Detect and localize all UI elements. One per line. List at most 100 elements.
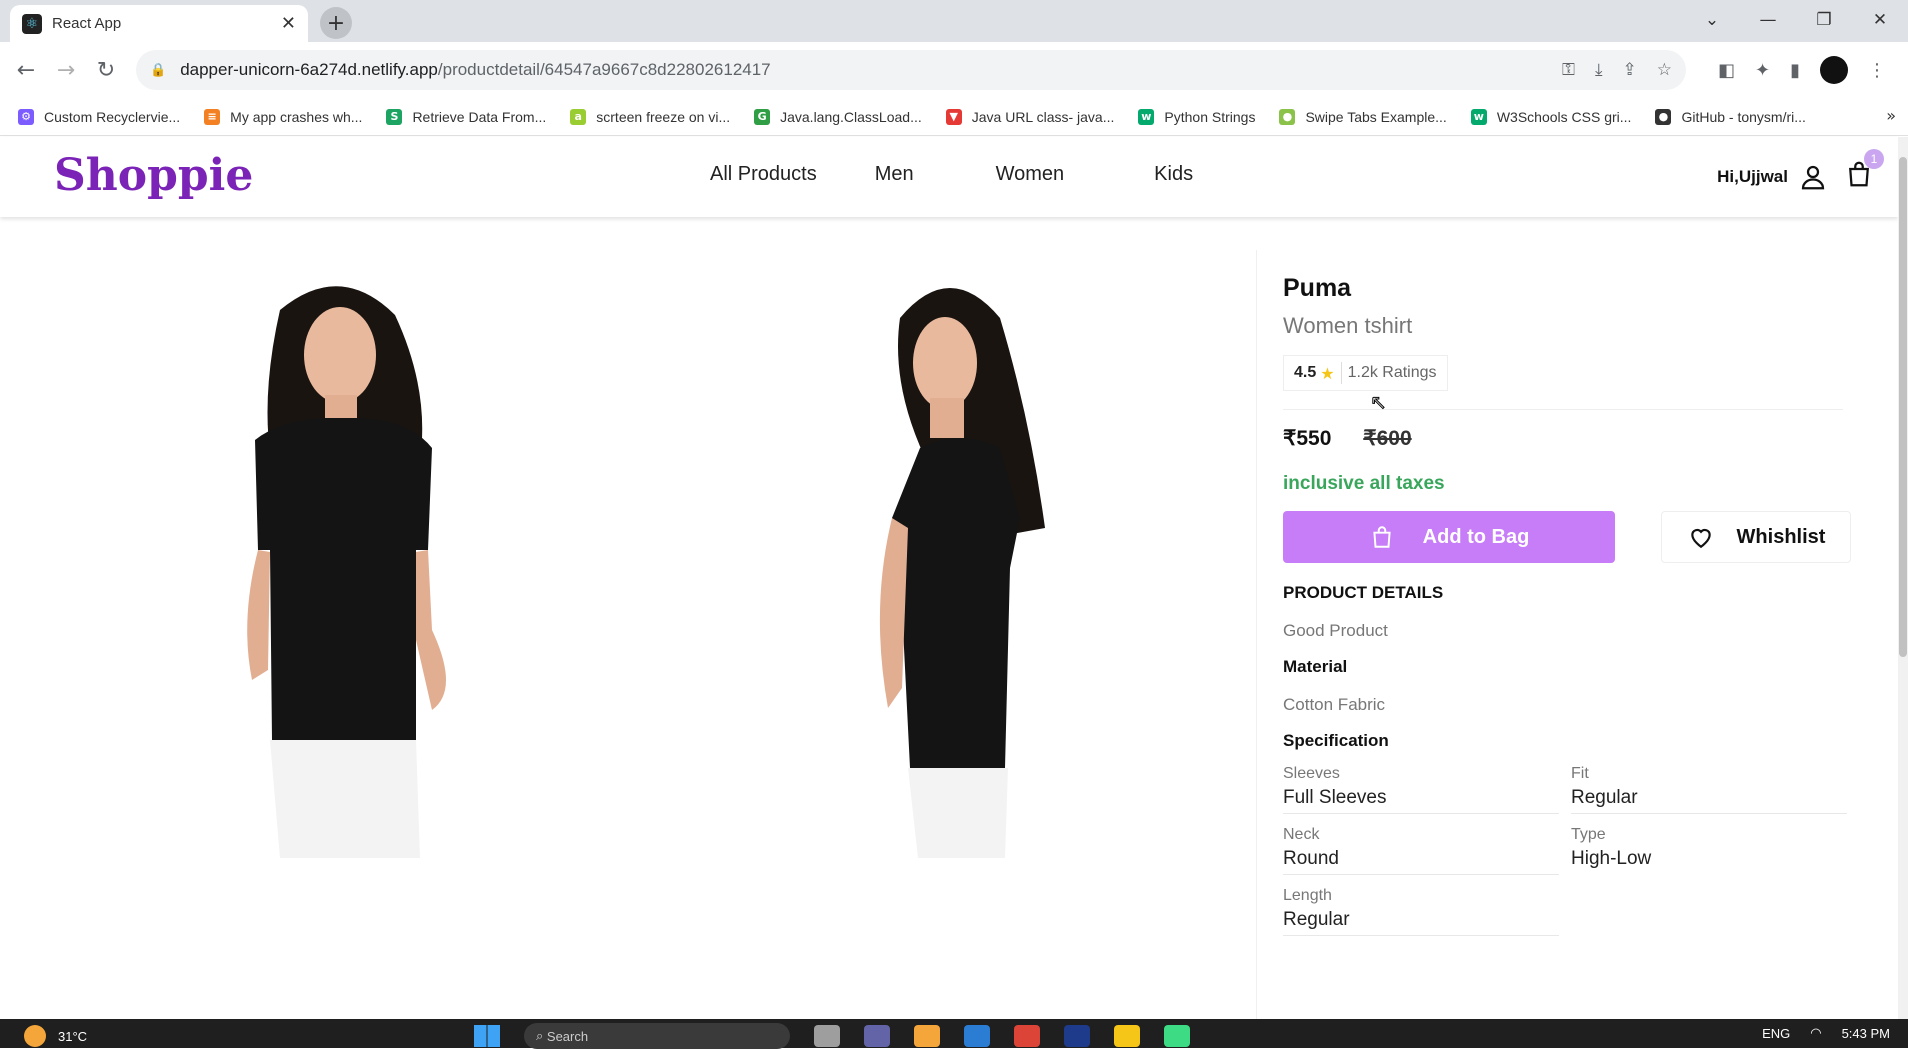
add-to-bag-label: Add to Bag <box>1422 525 1530 548</box>
bookmark-favicon-icon: w <box>1138 108 1155 125</box>
bookmark-label: GitHub - tonysm/ri... <box>1681 108 1806 125</box>
bookmark-label: My app crashes wh... <box>230 108 363 125</box>
bookmark-item[interactable]: ● Swipe Tabs Example... <box>1279 108 1447 125</box>
mouse-cursor-icon: ↖ <box>1370 390 1388 415</box>
product-details-heading: PRODUCT DETAILS <box>1283 583 1444 602</box>
spec-label: Neck <box>1283 826 1320 843</box>
tab-search-icon[interactable]: ⌄ <box>1684 0 1740 40</box>
action-buttons: Add to Bag Whishlist <box>1283 511 1876 563</box>
bag-icon <box>1373 526 1391 548</box>
product-image-side[interactable] <box>830 268 1080 858</box>
cart-button[interactable]: 1 <box>1844 149 1884 194</box>
spec-label: Length <box>1283 887 1332 904</box>
bookmark-label: Retrieve Data From... <box>412 108 547 125</box>
teams-icon[interactable] <box>864 1025 890 1047</box>
spec-label: Sleeves <box>1283 765 1340 782</box>
install-icon[interactable]: ⤓ <box>1595 60 1603 80</box>
bookmark-label: W3Schools CSS gri... <box>1496 108 1632 125</box>
app-icon[interactable] <box>814 1025 840 1047</box>
forward-icon[interactable]: → <box>46 50 86 90</box>
side-panel-icon[interactable]: ▮ <box>1790 60 1800 81</box>
user-area: Hi,Ujjwal 1 <box>1717 149 1898 194</box>
browser-tab[interactable]: ⚛ React App ✕ <box>10 5 308 42</box>
reload-icon[interactable]: ↻ <box>86 50 126 90</box>
bookmark-favicon-icon: ● <box>1279 108 1296 125</box>
bookmark-label: Python Strings <box>1164 108 1256 125</box>
omnibox-icons: ⚿ ⤓ ⇪ ☆ <box>1562 50 1672 90</box>
sun-icon <box>24 1025 46 1047</box>
chrome-icon[interactable] <box>1014 1025 1040 1047</box>
clock[interactable]: 5:43 PM <box>1842 1026 1890 1041</box>
windows-start-icon[interactable] <box>474 1025 500 1047</box>
bookmark-item[interactable]: G Java.lang.ClassLoad... <box>754 108 922 125</box>
product-image-front[interactable] <box>170 270 510 858</box>
back-icon[interactable]: ← <box>6 50 46 90</box>
site-logo[interactable]: Shoppie <box>54 150 253 201</box>
product-name: Women tshirt <box>1283 313 1413 338</box>
spec-label: Type <box>1571 826 1606 843</box>
more-bookmarks-icon[interactable]: » <box>1886 106 1896 125</box>
user-greeting[interactable]: Hi,Ujjwal <box>1717 167 1788 187</box>
bookmark-item[interactable]: w W3Schools CSS gri... <box>1470 108 1632 125</box>
app-icon[interactable] <box>914 1025 940 1047</box>
close-window-icon[interactable]: ✕ <box>1852 0 1908 40</box>
share-icon[interactable]: ⇪ <box>1623 60 1637 80</box>
nav-men[interactable]: Men <box>875 163 914 186</box>
browser-toolbar: ← → ↻ 🔒 dapper-unicorn-6a274d.netlify.ap… <box>0 42 1908 98</box>
bookmark-item[interactable]: w Python Strings <box>1138 108 1256 125</box>
language-indicator[interactable]: ENG <box>1762 1026 1790 1041</box>
windows-taskbar: 31°C ⌕ Search ENG ◠ 5:43 PM <box>0 1019 1908 1049</box>
vscode-icon[interactable] <box>964 1025 990 1047</box>
bookmark-item[interactable]: ● GitHub - tonysm/ri... <box>1655 108 1806 125</box>
extension-icon[interactable]: ◧ <box>1718 60 1735 81</box>
photoshop-icon[interactable] <box>1064 1025 1090 1047</box>
bookmark-favicon-icon: ▼ <box>945 108 962 125</box>
add-to-bag-button[interactable]: Add to Bag <box>1283 511 1615 563</box>
product-description: Good Product <box>1283 621 1388 640</box>
minimize-icon[interactable]: — <box>1740 0 1796 40</box>
nav-women[interactable]: Women <box>996 163 1065 186</box>
menu-icon[interactable]: ⋮ <box>1868 60 1886 81</box>
file-explorer-icon[interactable] <box>1114 1025 1140 1047</box>
bookmark-label: Custom Recyclervie... <box>44 108 181 125</box>
price-row: ₹550 ₹600 <box>1283 426 1876 451</box>
bookmark-item[interactable]: S Retrieve Data From... <box>386 108 547 125</box>
specification-heading: Specification <box>1283 731 1389 750</box>
page-scrollbar[interactable] <box>1898 137 1908 1019</box>
restore-icon[interactable]: ❐ <box>1796 0 1852 40</box>
profile-avatar[interactable] <box>1820 56 1849 84</box>
taskbar-search-label: Search <box>546 1028 589 1044</box>
wishlist-button[interactable]: Whishlist <box>1661 511 1851 563</box>
tab-close-icon[interactable]: ✕ <box>281 13 296 34</box>
bookmark-item[interactable]: ≡ My app crashes wh... <box>204 108 363 125</box>
original-price: ₹600 <box>1363 427 1412 450</box>
user-icon[interactable] <box>1798 162 1828 192</box>
spec-sleeves: Sleeves Full Sleeves <box>1283 765 1559 814</box>
wifi-icon[interactable]: ◠ <box>1810 1025 1821 1041</box>
bookmark-item[interactable]: ⚙ Custom Recyclervie... <box>18 108 181 125</box>
bookmark-favicon-icon: S <box>386 108 403 125</box>
react-icon: ⚛ <box>22 13 42 34</box>
bookmark-item[interactable]: ▼ Java URL class- java... <box>945 108 1114 125</box>
material-heading: Material <box>1283 657 1348 676</box>
product-brand: Puma <box>1283 274 1352 302</box>
url-host: dapper-unicorn-6a274d.netlify.app <box>180 60 438 79</box>
bookmark-favicon-icon: ⚙ <box>18 108 34 125</box>
spec-neck: Neck Round <box>1283 826 1559 875</box>
android-studio-icon[interactable] <box>1164 1025 1190 1047</box>
bookmark-star-icon[interactable]: ☆ <box>1657 60 1672 80</box>
nav-all-products[interactable]: All Products <box>710 163 817 186</box>
address-bar[interactable]: 🔒 dapper-unicorn-6a274d.netlify.app/prod… <box>136 50 1686 90</box>
key-icon[interactable]: ⚿ <box>1562 60 1575 80</box>
weather-widget[interactable]: 31°C <box>24 1025 87 1047</box>
taskbar-search[interactable]: ⌕ Search <box>524 1023 790 1049</box>
spec-value: High-Low <box>1571 848 1652 869</box>
scrollbar-thumb[interactable] <box>1899 157 1907 657</box>
new-tab-button[interactable]: + <box>320 7 352 39</box>
window-controls: ⌄ — ❐ ✕ <box>1684 0 1908 40</box>
spec-length: Length Regular <box>1283 887 1559 936</box>
nav-kids[interactable]: Kids <box>1154 163 1193 186</box>
puzzle-icon[interactable]: ✦ <box>1755 60 1770 81</box>
bookmark-item[interactable]: a scrteen freeze on vi... <box>570 108 730 125</box>
rating-box[interactable]: 4.5 ★ 1.2k Ratings <box>1283 355 1448 391</box>
